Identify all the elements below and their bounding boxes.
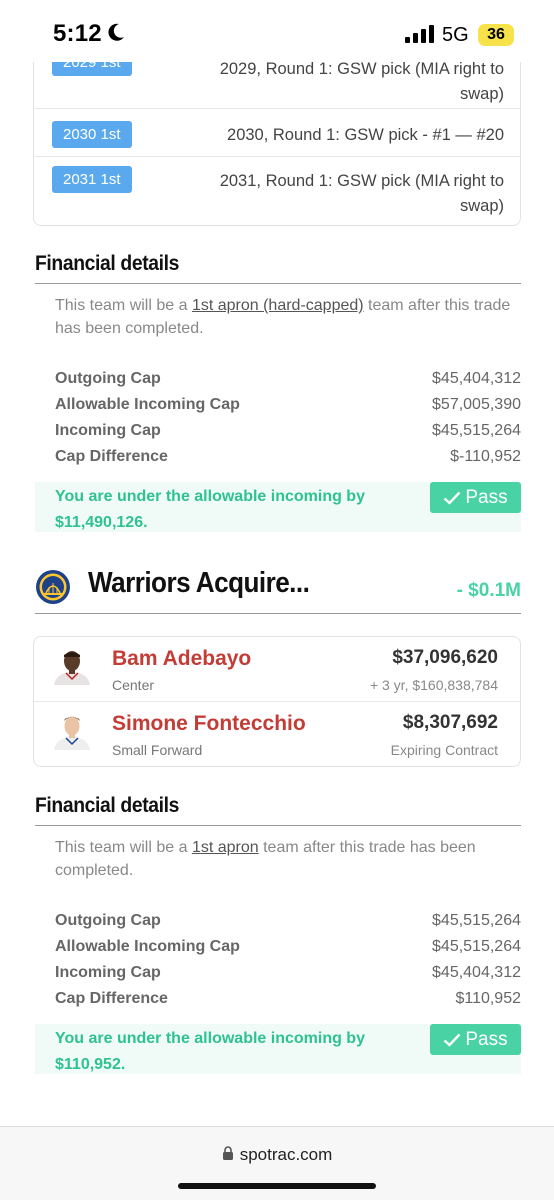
- player-row[interactable]: Bam Adebayo Center $37,096,620 + 3 yr, $…: [34, 637, 520, 702]
- pick-description: 2031, Round 1: GSW pick (MIA right to sw…: [219, 172, 504, 215]
- player-position: Small Forward: [112, 742, 203, 758]
- pass-box: You are under the allowable incoming by …: [35, 482, 521, 532]
- pick-description: 2030, Round 1: GSW pick - #1 — #20: [227, 126, 504, 144]
- player-position: Center: [112, 677, 155, 693]
- pass-box: You are under the allowable incoming by …: [35, 1024, 521, 1074]
- pass-button[interactable]: Pass: [430, 482, 521, 513]
- apron-note: This team will be a 1st apron (hard-capp…: [55, 297, 511, 337]
- battery-icon: 36: [478, 24, 514, 46]
- player-salary: $8,307,692: [402, 712, 498, 733]
- home-indicator[interactable]: [178, 1183, 376, 1189]
- signal-icon: [405, 25, 435, 43]
- url-bar[interactable]: spotrac.com: [0, 1145, 554, 1165]
- player-avatar: [54, 716, 90, 750]
- check-icon: [444, 1033, 461, 1047]
- lock-icon: [222, 1146, 233, 1160]
- apron-link[interactable]: 1st apron: [192, 839, 259, 856]
- warriors-logo-icon: [36, 570, 70, 604]
- pick-row: 2031 1st 2031, Round 1: GSW pick (MIA ri…: [34, 157, 520, 225]
- players-card: Bam Adebayo Center $37,096,620 + 3 yr, $…: [33, 636, 521, 767]
- financial-details-title: Financial details: [35, 252, 180, 275]
- apron-link[interactable]: 1st apron (hard-capped): [192, 297, 364, 314]
- player-row[interactable]: Simone Fontecchio Small Forward $8,307,6…: [34, 702, 520, 767]
- fin-row-incoming: Incoming Cap $45,515,264: [55, 422, 521, 439]
- fin-row-outgoing: Outgoing Cap $45,515,264: [55, 912, 521, 929]
- section-divider: [35, 283, 521, 284]
- moon-icon: [108, 23, 124, 41]
- fin-row-allowable: Allowable Incoming Cap $57,005,390: [55, 396, 521, 413]
- section-divider: [35, 613, 521, 614]
- contract-details: Expiring Contract: [390, 742, 498, 758]
- fin-row-difference: Cap Difference $-110,952: [55, 448, 521, 465]
- team-acquire-title: Warriors Acquire...: [88, 567, 310, 599]
- fin-row-incoming: Incoming Cap $45,404,312: [55, 964, 521, 981]
- player-name[interactable]: Simone Fontecchio: [112, 712, 306, 736]
- contract-details: + 3 yr, $160,838,784: [369, 677, 498, 693]
- check-icon: [444, 491, 461, 505]
- pass-button[interactable]: Pass: [430, 1024, 521, 1055]
- status-time: 5:12: [53, 20, 102, 47]
- pass-message: You are under the allowable incoming by …: [55, 488, 365, 531]
- pick-badge[interactable]: 2031 1st: [52, 166, 132, 193]
- fin-row-outgoing: Outgoing Cap $45,404,312: [55, 370, 521, 387]
- financial-details-title: Financial details: [35, 794, 180, 817]
- fin-row-allowable: Allowable Incoming Cap $45,515,264: [55, 938, 521, 955]
- pick-row: 2030 1st 2030, Round 1: GSW pick - #1 — …: [34, 109, 520, 157]
- url-text: spotrac.com: [239, 1145, 333, 1164]
- team-net-change: - $0.1M: [456, 580, 521, 601]
- apron-note: This team will be a 1st apron team after…: [55, 839, 476, 879]
- pick-badge[interactable]: 2030 1st: [52, 121, 132, 148]
- fin-row-difference: Cap Difference $110,952: [55, 990, 521, 1007]
- player-avatar: [54, 651, 90, 685]
- network-type: 5G: [442, 24, 469, 46]
- pass-message: You are under the allowable incoming by …: [55, 1030, 365, 1073]
- player-name[interactable]: Bam Adebayo: [112, 647, 251, 671]
- section-divider: [35, 825, 521, 826]
- draft-picks-card: 2029 1st 2029, Round 1: GSW pick (MIA ri…: [33, 36, 521, 226]
- browser-bottom-bar: spotrac.com: [0, 1126, 554, 1200]
- player-salary: $37,096,620: [392, 647, 498, 668]
- status-bar: 5:12 5G 36: [0, 0, 554, 62]
- pick-description: 2029, Round 1: GSW pick (MIA right to sw…: [219, 60, 504, 103]
